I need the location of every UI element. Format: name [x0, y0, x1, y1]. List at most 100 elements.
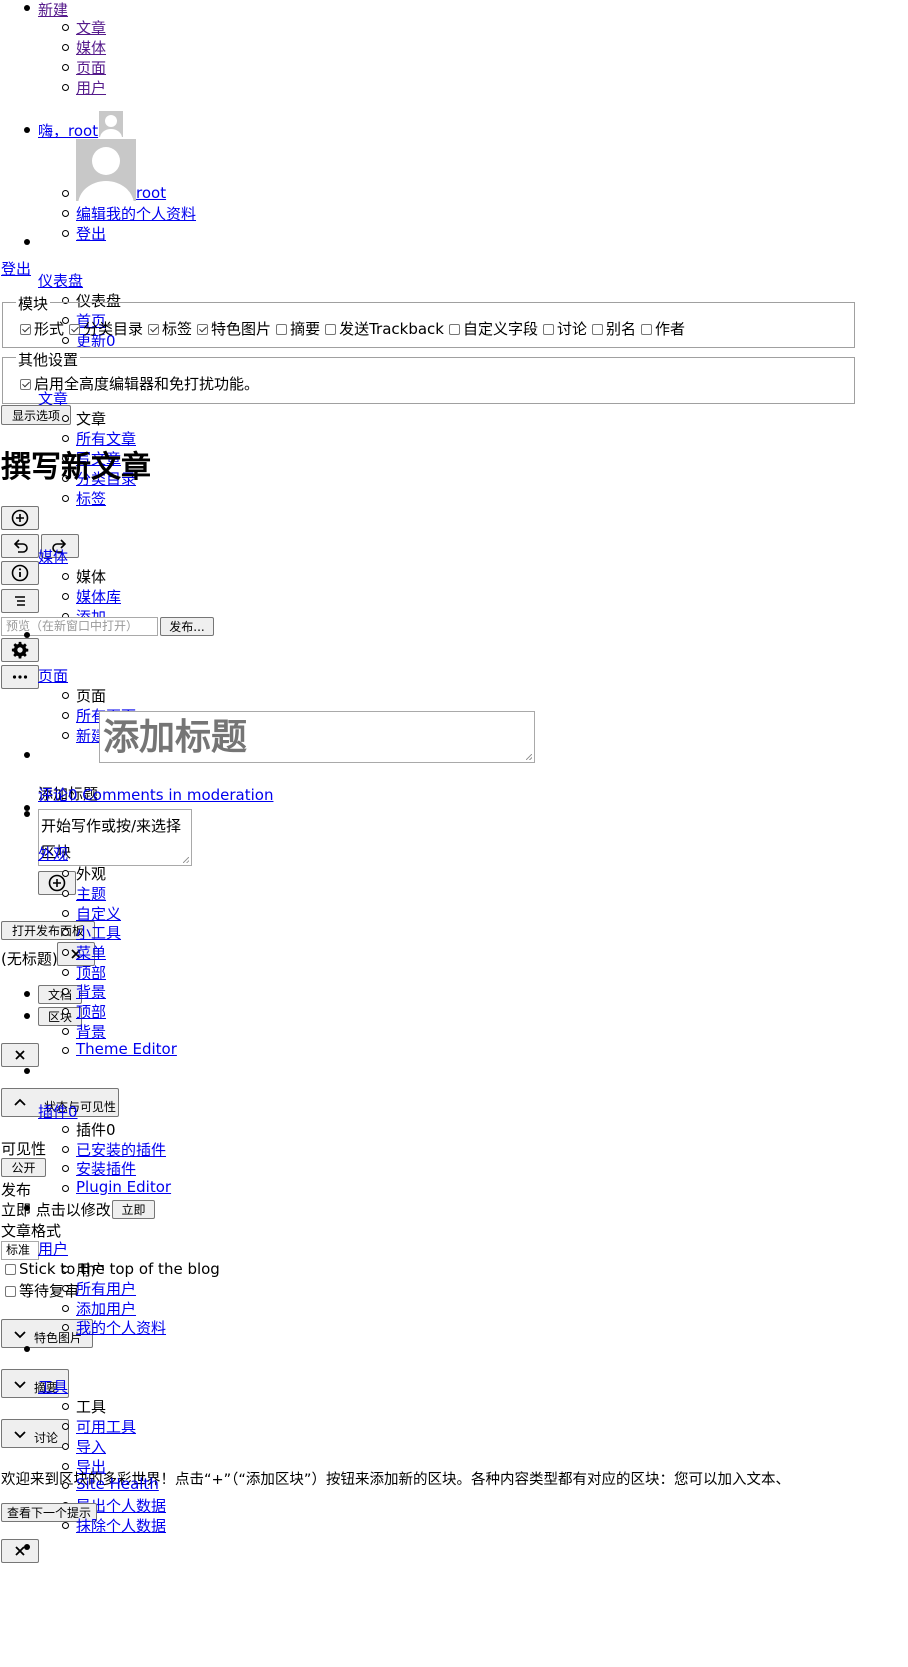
chevron-up-icon [14, 1098, 26, 1106]
module-option[interactable]: 发送Trackback [325, 320, 444, 338]
inline-add-block-button[interactable] [38, 871, 76, 895]
outline-button[interactable] [1, 589, 39, 613]
screen-options-button[interactable]: 显示选项 [1, 405, 71, 425]
menu-appearance-theme-editor[interactable]: Theme Editor [76, 1040, 177, 1058]
stick-to-top-option[interactable]: Stick to the top of the blog [5, 1260, 220, 1278]
menu-media[interactable]: 媒体 [38, 546, 68, 567]
list-bullet [62, 1146, 69, 1153]
module-option[interactable]: 作者 [641, 320, 685, 338]
menu-appearance-menus[interactable]: 菜单 [76, 942, 106, 963]
list-bullet [62, 44, 69, 51]
menu-posts-tags[interactable]: 标签 [76, 488, 106, 509]
post-format-select[interactable]: 标准 [1, 1241, 39, 1260]
settings-button[interactable] [1, 638, 39, 662]
menu-appearance-header[interactable]: 顶部 [76, 962, 106, 983]
publish-label: 发布 [1, 1181, 32, 1199]
module-label: 摘要 [290, 320, 321, 338]
visibility-toggle-button[interactable]: 公开 [1, 1158, 46, 1177]
discussion-toggle[interactable]: 讨论 [1, 1419, 69, 1448]
menu-posts-all[interactable]: 所有文章 [76, 428, 136, 449]
adminbar-new-user[interactable]: 用户 [76, 77, 106, 98]
list-bullet [62, 1185, 69, 1192]
menu-plugins[interactable]: 插件0 [38, 1101, 78, 1122]
menu-tools-heading: 工具 [76, 1398, 107, 1416]
module-option[interactable]: 分类目录 [69, 320, 143, 338]
resize-grip[interactable] [183, 857, 189, 863]
list-bullet [62, 573, 69, 580]
undo-button[interactable] [1, 534, 39, 558]
menu-plugins-installed[interactable]: 已安装的插件 [76, 1139, 166, 1160]
module-checkbox[interactable] [276, 324, 288, 335]
module-checkbox[interactable] [543, 324, 554, 335]
menu-users[interactable]: 用户 [38, 1238, 68, 1259]
module-checkbox[interactable] [641, 324, 653, 335]
menu-tools-import[interactable]: 导入 [76, 1436, 106, 1457]
module-label: 分类目录 [83, 320, 144, 338]
menu-appearance-widgets[interactable]: 小工具 [76, 922, 121, 943]
menu-plugins-add[interactable]: 安装插件 [76, 1158, 136, 1179]
module-option[interactable]: 标签 [148, 320, 192, 338]
menu-pages[interactable]: 页面 [38, 665, 68, 686]
adminbar-edit-profile[interactable]: 编辑我的个人资料 [76, 203, 196, 224]
featured-image-label: 特色图片 [34, 1331, 83, 1345]
stick-to-top-checkbox[interactable] [5, 1264, 16, 1275]
menu-tools-site-health[interactable]: Site Health [76, 1475, 159, 1493]
menu-appearance-header-2[interactable]: 顶部 [76, 1001, 106, 1022]
module-checkbox[interactable] [197, 324, 209, 335]
publish-button[interactable]: 发布... [160, 617, 214, 636]
menu-appearance[interactable]: 外观 [38, 843, 68, 864]
adminbar-new-link[interactable]: 新建 [38, 0, 68, 20]
avatar-small [99, 111, 123, 137]
adminbar-account-link[interactable]: 嗨，root [38, 120, 98, 141]
module-option[interactable]: 特色图片 [197, 320, 271, 338]
menu-appearance-background-2[interactable]: 背景 [76, 1021, 106, 1042]
module-checkbox[interactable] [325, 324, 337, 335]
module-checkbox[interactable] [148, 324, 160, 335]
menu-users-profile[interactable]: 我的个人资料 [76, 1317, 166, 1338]
more-horizontal-icon [12, 675, 28, 679]
more-options-button[interactable] [1, 665, 39, 689]
module-checkbox[interactable] [69, 324, 81, 335]
module-option[interactable]: 自定义字段 [448, 320, 538, 338]
resize-grip[interactable] [526, 754, 532, 760]
menu-dashboard[interactable]: 仪表盘 [38, 270, 83, 291]
menu-media-library[interactable]: 媒体库 [76, 586, 121, 607]
add-block-button[interactable] [1, 506, 39, 530]
module-option[interactable]: 摘要 [276, 320, 320, 338]
untitled-label: (无标题) [1, 950, 58, 968]
menu-tools[interactable]: 工具 [38, 1376, 68, 1397]
list-bullet [62, 712, 69, 719]
logout-link[interactable]: 登出 [1, 258, 31, 279]
menu-users-add[interactable]: 添加用户 [76, 1298, 136, 1319]
adminbar-new-page[interactable]: 页面 [76, 57, 106, 78]
module-checkbox[interactable] [592, 324, 604, 335]
menu-plugins-editor[interactable]: Plugin Editor [76, 1178, 171, 1196]
close-panel-button[interactable] [1, 1043, 39, 1067]
fullheight-checkbox[interactable] [20, 379, 31, 390]
menu-comments[interactable]: 评论0 Comments in moderation [38, 784, 273, 805]
module-option[interactable]: 讨论 [543, 320, 587, 338]
adminbar-new-media[interactable]: 媒体 [76, 37, 106, 58]
menu-tools-erase-personal[interactable]: 抹除个人数据 [76, 1515, 166, 1536]
stick-to-top-label: Stick to the top of the blog [19, 1260, 220, 1278]
module-option[interactable]: 别名 [592, 320, 636, 338]
adminbar-new-post[interactable]: 文章 [76, 17, 106, 38]
pending-review-checkbox[interactable] [5, 1286, 16, 1297]
menu-users-all[interactable]: 所有用户 [76, 1278, 136, 1299]
adminbar-account-name[interactable]: root [136, 184, 166, 202]
menu-plugins-heading: 插件0 [76, 1121, 116, 1139]
list-bullet [24, 1068, 30, 1074]
menu-appearance-themes[interactable]: 主题 [76, 883, 106, 904]
post-title-field[interactable]: 添加标题 [99, 711, 535, 763]
module-checkbox[interactable] [448, 324, 460, 335]
adminbar-logout[interactable]: 登出 [76, 223, 106, 244]
publish-date-button[interactable]: 立即 [112, 1200, 155, 1219]
details-button[interactable] [1, 561, 39, 585]
menu-tools-available[interactable]: 可用工具 [76, 1416, 136, 1437]
close-welcome-guide-button[interactable] [1, 1539, 39, 1563]
module-option[interactable]: 形式 [20, 320, 64, 338]
menu-appearance-background[interactable]: 背景 [76, 981, 106, 1002]
list-bullet [62, 1522, 69, 1529]
module-checkbox[interactable] [20, 324, 31, 335]
list-bullet [62, 190, 69, 197]
